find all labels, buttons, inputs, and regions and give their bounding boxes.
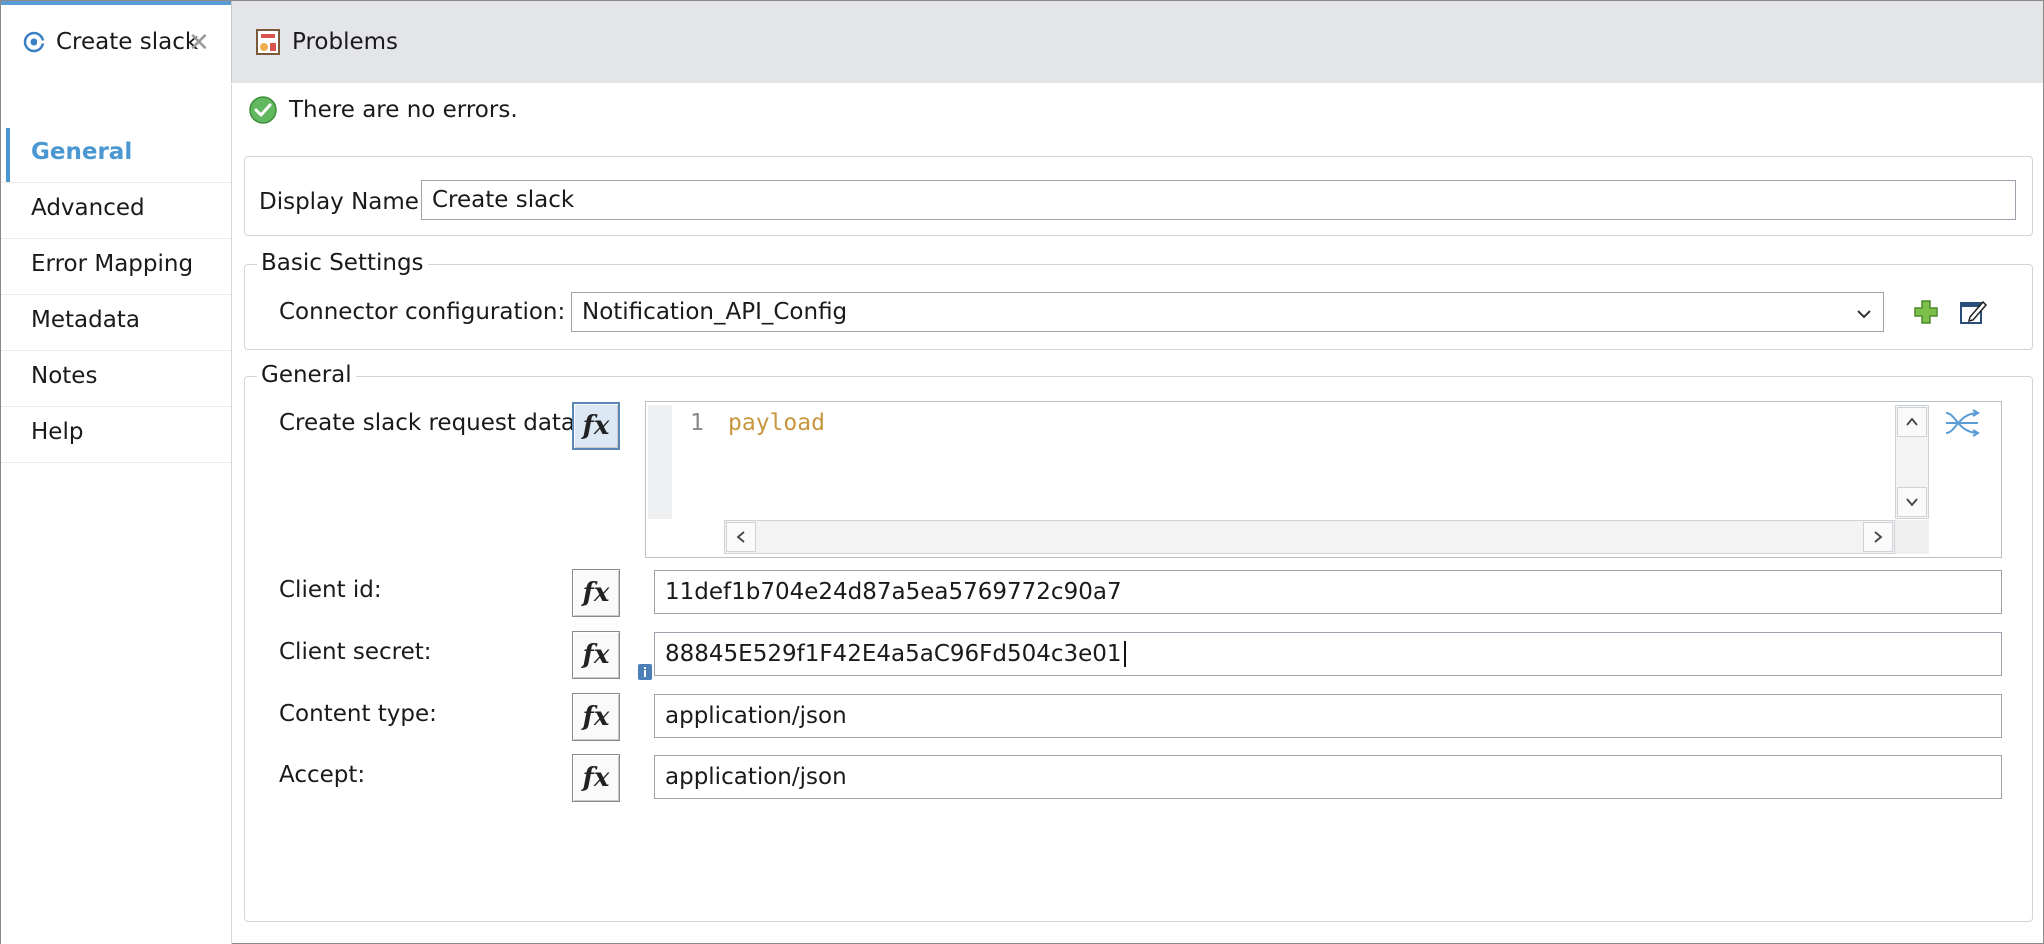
scroll-down-icon[interactable] [1897, 487, 1927, 517]
request-data-label: Create slack request data: [279, 410, 583, 436]
content-type-input[interactable]: application/json [654, 694, 2002, 738]
sidebar-item-metadata[interactable]: Metadata [1, 294, 231, 351]
fx-label: fx [582, 411, 610, 441]
display-name-input[interactable]: Create slack [421, 180, 2016, 220]
text-cursor [1123, 641, 1126, 667]
accept-fx-button[interactable]: fx [572, 754, 620, 802]
client-secret-label: Client secret: [279, 639, 432, 665]
editor-gutter [648, 405, 672, 519]
active-tab-indicator [1, 1, 231, 5]
add-config-icon[interactable] [1912, 298, 1940, 326]
fx-label: fx [582, 578, 610, 608]
content-type-label: Content type: [279, 701, 437, 727]
sidebar-item-help[interactable]: Help [1, 406, 231, 463]
tab-problems[interactable]: Problems [292, 29, 398, 55]
scroll-right-icon[interactable] [1863, 522, 1893, 552]
sidebar-item-label: Error Mapping [31, 251, 194, 277]
editor-code-text: payload [728, 410, 825, 436]
sidebar-item-general[interactable]: General [1, 126, 231, 183]
connector-configuration-value: Notification_API_Config [582, 299, 848, 325]
display-name-value: Create slack [432, 187, 575, 213]
scroll-left-icon[interactable] [726, 522, 756, 552]
chevron-down-icon [1855, 303, 1873, 321]
fx-label: fx [582, 640, 610, 670]
client-id-input[interactable]: 11def1b704e24d87a5ea5769772c90a7 [654, 570, 2002, 614]
editor-line-number: 1 [690, 410, 704, 436]
display-name-label: Display Name: [259, 189, 427, 215]
sidebar-item-label: Notes [31, 363, 98, 389]
sidebar-item-notes[interactable]: Notes [1, 350, 231, 407]
status-message: There are no errors. [289, 97, 518, 123]
accept-input[interactable]: application/json [654, 755, 2002, 799]
accept-value: application/json [665, 764, 847, 790]
accept-label: Accept: [279, 762, 366, 788]
client-id-label: Client id: [279, 577, 382, 603]
check-circle-icon [248, 95, 278, 125]
client-secret-input[interactable]: 88845E529f1F42E4a5aC96Fd504c3e01 [654, 632, 2002, 676]
connector-configuration-label: Connector configuration: [279, 299, 566, 325]
connector-configuration-select[interactable]: Notification_API_Config [571, 292, 1884, 332]
client-id-fx-button[interactable]: fx [572, 569, 620, 617]
editor-corner [1895, 520, 1929, 554]
fx-label: fx [582, 702, 610, 732]
scroll-up-icon[interactable] [1897, 407, 1927, 437]
client-secret-fx-button[interactable]: fx [572, 631, 620, 679]
sidebar-item-label: General [31, 139, 133, 165]
connector-icon [22, 30, 46, 54]
content-type-value: application/json [665, 703, 847, 729]
general-title: General [257, 362, 356, 388]
sidebar-item-advanced[interactable]: Advanced [1, 182, 231, 239]
edit-config-icon[interactable] [1958, 297, 1988, 327]
fx-label: fx [582, 763, 610, 793]
sidebar-item-label: Metadata [31, 307, 140, 333]
tab-create-slack-label: Create slack [56, 29, 199, 55]
close-icon[interactable]: ✕ [188, 30, 210, 56]
sidebar-item-label: Help [31, 419, 84, 445]
sidebar-item-label: Advanced [31, 195, 145, 221]
transform-icon[interactable] [1944, 408, 1980, 438]
client-secret-value: 88845E529f1F42E4a5aC96Fd504c3e01 [665, 641, 1122, 667]
basic-settings-title: Basic Settings [257, 250, 428, 276]
problems-icon[interactable] [255, 28, 281, 56]
sidebar-item-error-mapping[interactable]: Error Mapping [1, 238, 231, 295]
content-type-fx-button[interactable]: fx [572, 693, 620, 741]
client-id-value: 11def1b704e24d87a5ea5769772c90a7 [665, 579, 1122, 605]
request-data-fx-button[interactable]: fx [572, 402, 620, 450]
info-icon [638, 660, 652, 680]
editor-horizontal-scrollbar[interactable] [724, 520, 1895, 554]
